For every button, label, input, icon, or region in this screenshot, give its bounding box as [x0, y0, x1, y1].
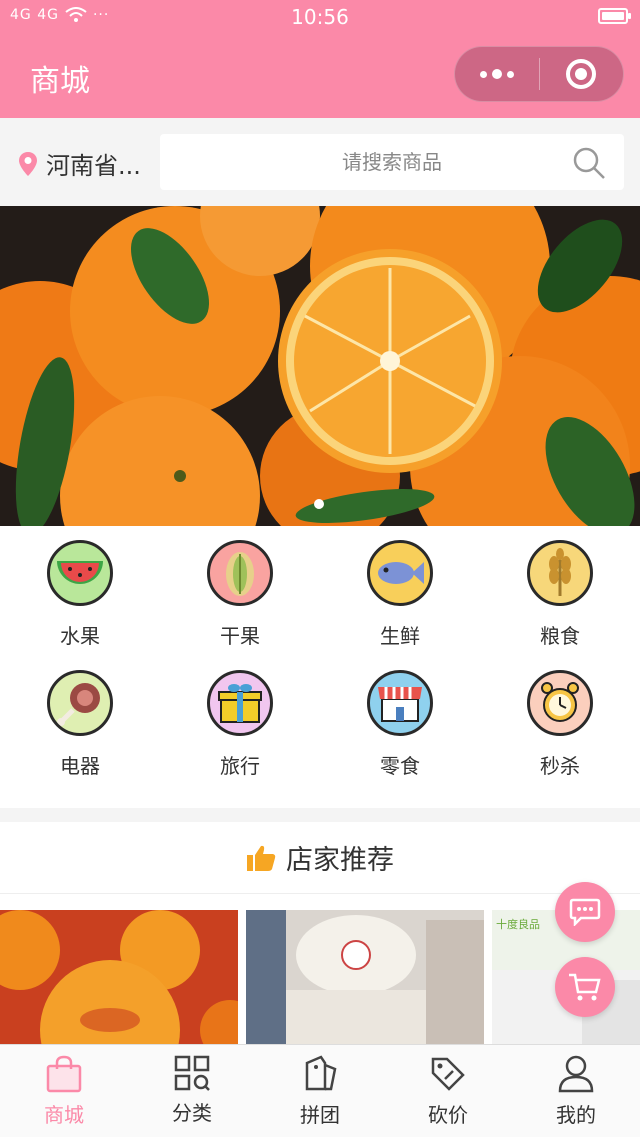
product-row: 十度良品	[0, 894, 640, 1044]
user-icon	[558, 1055, 594, 1093]
more-button[interactable]	[455, 47, 539, 101]
category-label: 秒杀	[540, 754, 580, 778]
banner-carousel[interactable]	[0, 206, 640, 526]
category-label: 水果	[60, 624, 100, 648]
product-image	[246, 910, 484, 1044]
thumbs-up-icon	[247, 845, 276, 871]
status-bar: 4G 4G ··· 10:56	[0, 0, 640, 34]
carousel-indicator[interactable]	[314, 499, 324, 509]
wheat-icon	[527, 540, 593, 606]
location-pin-icon	[19, 151, 37, 176]
gift-icon	[207, 670, 273, 736]
close-target-icon	[566, 59, 597, 89]
banner-image	[0, 206, 640, 526]
category-appliance[interactable]: 电器	[0, 670, 160, 800]
location-selector[interactable]: 河南省...	[18, 146, 141, 181]
category-seafood[interactable]: 生鲜	[320, 540, 480, 670]
cart-button[interactable]	[555, 957, 615, 1017]
tab-label: 商城	[44, 1103, 84, 1127]
category-grid-icon	[174, 1055, 210, 1091]
search-row: 河南省...	[0, 118, 640, 206]
status-time: 10:56	[291, 5, 349, 29]
store-icon	[367, 670, 433, 736]
category-label: 旅行	[220, 754, 260, 778]
cart-icon	[569, 973, 601, 1001]
tab-label: 分类	[172, 1101, 212, 1125]
watermelon-icon	[47, 540, 113, 606]
tab-mall[interactable]: 商城	[0, 1045, 128, 1137]
tab-group-buy[interactable]: 拼团	[256, 1045, 384, 1137]
tab-label: 我的	[556, 1103, 596, 1127]
page-title: 商城	[30, 64, 90, 99]
category-grain[interactable]: 粮食	[480, 540, 640, 670]
more-icon	[479, 69, 514, 79]
tab-bargain[interactable]: 砍价	[384, 1045, 512, 1137]
search-icon[interactable]	[572, 146, 606, 180]
category-grid: 水果 干果 生鲜 粮食 电器 旅行 零食 秒杀	[0, 526, 640, 808]
discount-tag-icon	[431, 1057, 465, 1091]
category-fruit[interactable]: 水果	[0, 540, 160, 670]
chat-bubble-icon	[569, 898, 601, 926]
category-flash-sale[interactable]: 秒杀	[480, 670, 640, 800]
pistachio-icon	[207, 540, 273, 606]
close-program-button[interactable]	[540, 47, 624, 101]
category-label: 生鲜	[380, 624, 420, 648]
tab-label: 拼团	[300, 1103, 340, 1127]
tab-label: 砍价	[428, 1103, 468, 1127]
category-snacks[interactable]: 零食	[320, 670, 480, 800]
category-label: 干果	[220, 624, 260, 648]
shopping-bag-icon	[46, 1055, 82, 1093]
navbar: 商城	[0, 34, 640, 118]
tab-profile[interactable]: 我的	[512, 1045, 640, 1137]
meat-icon	[47, 670, 113, 736]
battery-icon	[598, 8, 631, 24]
tab-category[interactable]: 分类	[128, 1045, 256, 1137]
category-travel[interactable]: 旅行	[160, 670, 320, 800]
category-label: 粮食	[540, 624, 580, 648]
location-text: 河南省...	[46, 152, 141, 180]
product-card[interactable]	[0, 910, 238, 1044]
product-card[interactable]	[246, 910, 484, 1044]
fish-icon	[367, 540, 433, 606]
category-dried-fruit[interactable]: 干果	[160, 540, 320, 670]
chat-button[interactable]	[555, 882, 615, 942]
recommend-title: 店家推荐	[286, 845, 394, 876]
recommend-header: 店家推荐	[0, 822, 640, 894]
group-tag-icon	[305, 1055, 337, 1091]
product-image	[0, 910, 238, 1044]
alarm-clock-icon	[527, 670, 593, 736]
search-box[interactable]	[160, 134, 624, 190]
product-brand-text: 十度良品	[496, 918, 540, 931]
tab-bar: 商城 分类 拼团 砍价 我的	[0, 1044, 640, 1137]
category-label: 零食	[380, 754, 420, 778]
search-input[interactable]	[160, 134, 624, 190]
mini-program-capsule	[454, 46, 624, 102]
category-label: 电器	[60, 754, 100, 778]
